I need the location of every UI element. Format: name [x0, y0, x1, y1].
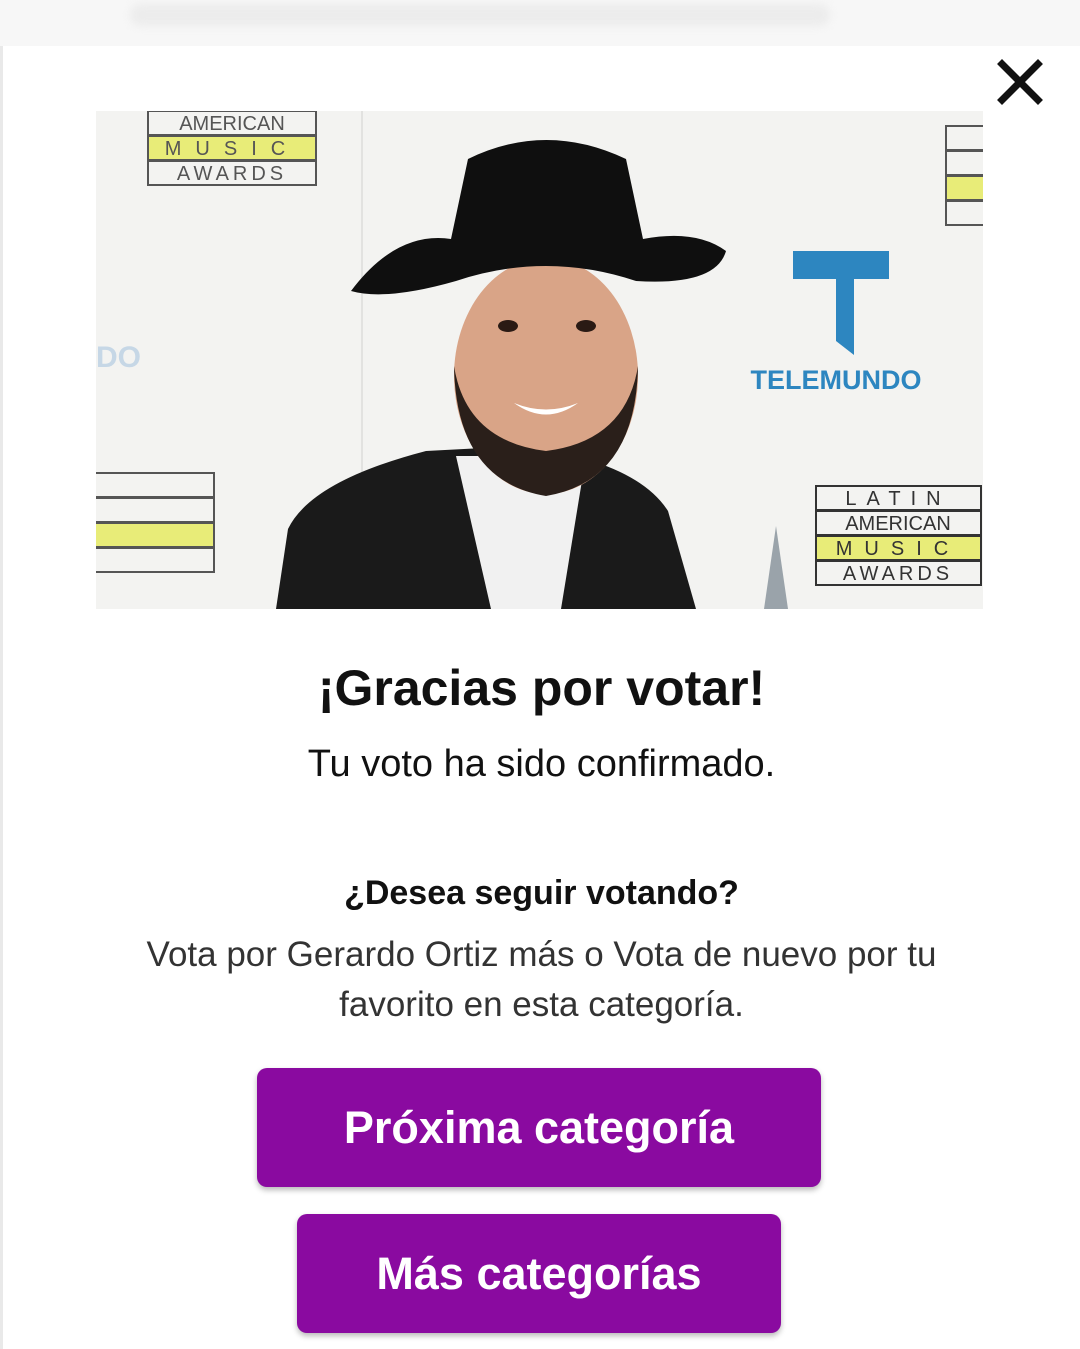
more-categories-button[interactable]: Más categorías: [297, 1214, 781, 1333]
svg-text:MUSIC: MUSIC: [165, 138, 299, 160]
svg-text:TELEMUNDO: TELEMUNDO: [751, 365, 922, 395]
continue-voting-question: ¿Desea seguir votando?: [344, 874, 739, 912]
close-button[interactable]: [994, 56, 1046, 108]
svg-text:DO: DO: [96, 341, 141, 374]
svg-text:LATIN: LATIN: [845, 488, 950, 510]
svg-text:AWARDS: AWARDS: [177, 163, 287, 185]
vote-confirmation-dialog: AMERICAN MUSIC AWARDS DO LATIN AMERICAN …: [3, 46, 1080, 1349]
svg-text:AWARDS: AWARDS: [843, 563, 953, 585]
svg-text:MUSIC: MUSIC: [836, 538, 960, 560]
next-category-button[interactable]: Próxima categoría: [257, 1068, 821, 1187]
artist-photo: AMERICAN MUSIC AWARDS DO LATIN AMERICAN …: [96, 111, 983, 609]
page-title: ¡Gracias por votar!: [317, 660, 766, 716]
continue-voting-description: Vota por Gerardo Ortiz más o Vota de nue…: [146, 935, 937, 1024]
svg-text:AMERICAN: AMERICAN: [845, 513, 951, 535]
background-page: [0, 0, 1080, 46]
background-blurred-text: [130, 4, 830, 26]
confirmation-message: Tu voto ha sido confirmado.: [307, 743, 776, 785]
close-icon: [997, 59, 1043, 105]
svg-text:AMERICAN: AMERICAN: [179, 113, 285, 135]
